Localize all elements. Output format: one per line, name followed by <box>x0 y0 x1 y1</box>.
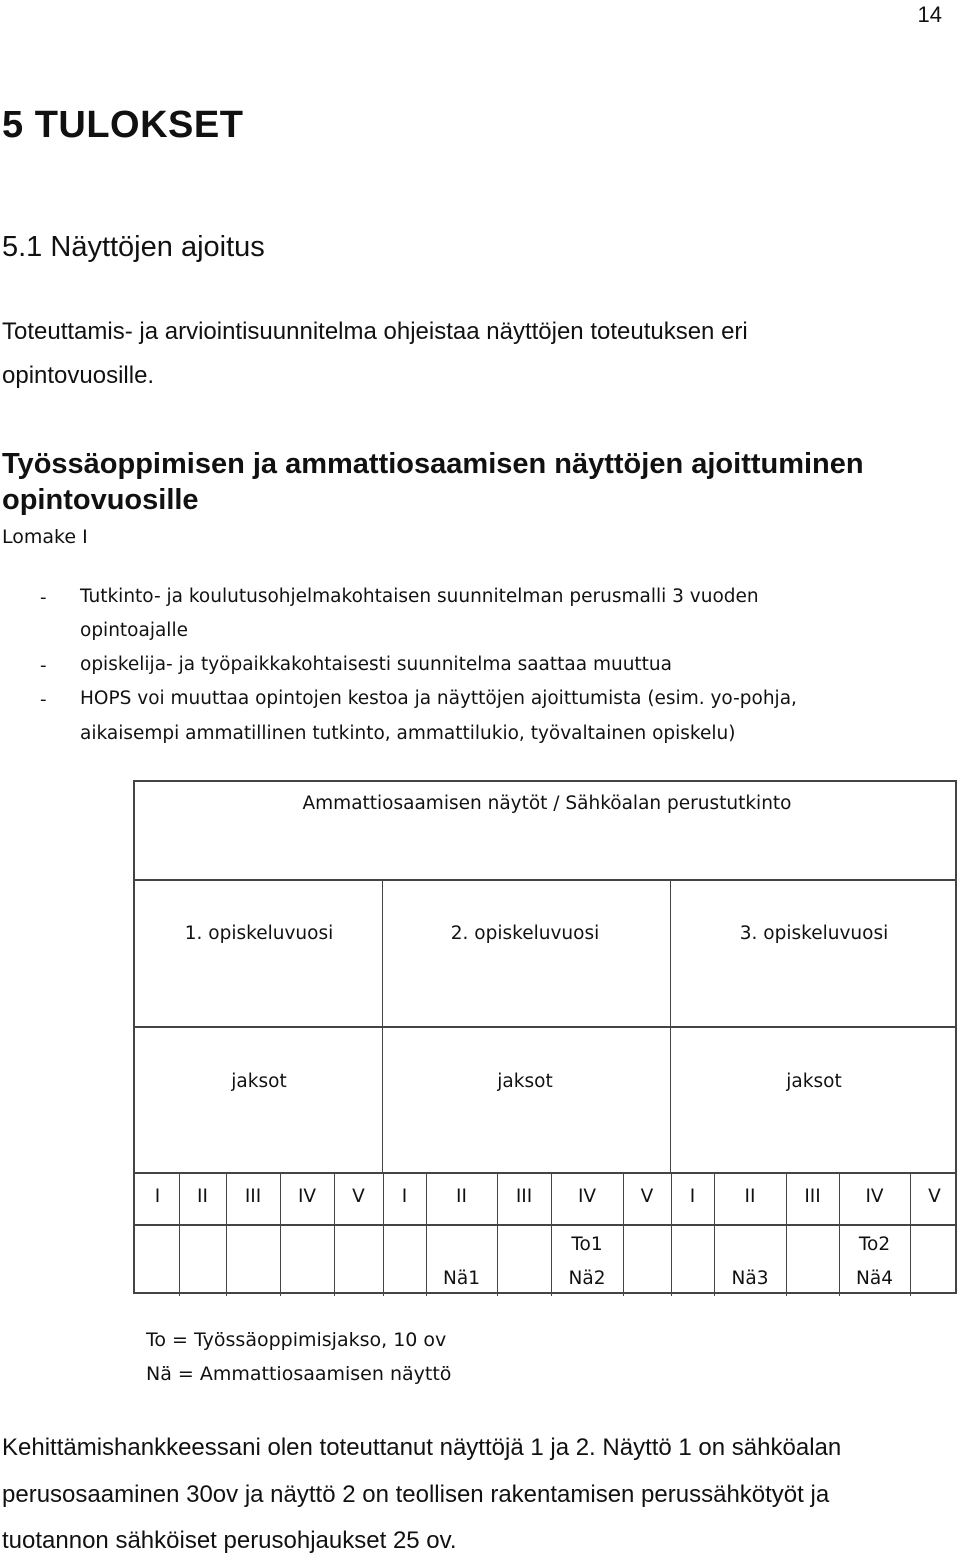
work-placement-marker: To1 <box>571 1234 603 1255</box>
year-header: 2. opiskeluvuosi <box>450 923 600 944</box>
demonstration-schedule-table: Ammattiosaamisen näytöt / Sähköalan peru… <box>133 780 957 1296</box>
period-label: V <box>640 1186 654 1207</box>
bullet-text: aikaisempi ammatillinen tutkinto, ammatt… <box>80 723 736 744</box>
bullet-dash: - <box>40 689 47 710</box>
section-heading: 5.1 Näyttöjen ajoitus <box>2 231 265 263</box>
closing-paragraph-line: Kehittämishankkeessani olen toteuttanut … <box>2 1434 842 1461</box>
table-divider <box>426 1172 427 1296</box>
bullet-text: opintoajalle <box>80 620 188 641</box>
table-divider <box>671 1172 672 1296</box>
period-label: II <box>456 1186 467 1207</box>
intro-paragraph-line: Toteuttamis- ja arviointisuunnitelma ohj… <box>2 318 748 345</box>
bullet-dash: - <box>40 587 47 608</box>
legend-to: To = Työssäoppimisjakso, 10 ov <box>146 1329 447 1351</box>
demonstration-marker: Nä3 <box>731 1268 769 1289</box>
year-header: 3. opiskeluvuosi <box>739 923 889 944</box>
table-divider <box>839 1172 840 1296</box>
period-label: III <box>515 1186 533 1207</box>
table-divider <box>334 1172 335 1296</box>
period-label: IV <box>865 1186 884 1207</box>
period-label: I <box>401 1186 408 1207</box>
periods-label: jaksot <box>231 1071 287 1092</box>
table-divider <box>714 1172 715 1296</box>
chapter-heading: 5 TULOKSET <box>2 104 244 146</box>
table-divider <box>280 1172 281 1296</box>
table-divider <box>226 1172 227 1296</box>
bullet-dash: - <box>40 655 47 676</box>
legend-na: Nä = Ammattiosaamisen näyttö <box>146 1363 452 1385</box>
table-divider <box>910 1172 911 1296</box>
intro-paragraph-line: opintovuosille. <box>2 362 155 389</box>
bullet-text: Tutkinto- ja koulutusohjelmakohtaisen su… <box>80 586 759 607</box>
bullet-text: HOPS voi muuttaa opintojen kestoa ja näy… <box>80 688 797 709</box>
work-placement-marker: To2 <box>858 1234 891 1255</box>
bullet-text: opiskelija- ja työpaikkakohtaisesti suun… <box>80 654 672 675</box>
demonstration-marker: Nä2 <box>568 1268 606 1289</box>
periods-label: jaksot <box>786 1071 842 1092</box>
period-label: V <box>352 1186 365 1207</box>
table-title: Ammattiosaamisen näytöt / Sähköalan peru… <box>302 793 792 814</box>
table-divider <box>786 1172 787 1296</box>
table-divider <box>383 1172 384 1296</box>
table-divider <box>497 1172 498 1296</box>
period-label: III <box>804 1186 821 1207</box>
table-rule <box>135 1026 955 1028</box>
period-label: IV <box>577 1186 597 1207</box>
period-label: II <box>197 1186 208 1207</box>
table-rule <box>135 1224 955 1226</box>
periods-label: jaksot <box>497 1071 553 1092</box>
period-label: III <box>244 1186 262 1207</box>
table-divider <box>670 879 671 1172</box>
period-label: I <box>154 1186 161 1207</box>
table-rule <box>135 879 955 881</box>
table-divider <box>179 1172 180 1296</box>
period-label: IV <box>297 1186 317 1207</box>
period-label: I <box>689 1186 696 1207</box>
demonstration-marker: Nä1 <box>443 1268 480 1289</box>
table-divider <box>382 879 383 1172</box>
form-label: Lomake I <box>2 526 88 548</box>
table-divider <box>551 1172 552 1296</box>
table-rule <box>135 1172 955 1174</box>
form-title: Työssäoppimisen ja ammattiosaamisen näyt… <box>2 448 864 516</box>
period-label: II <box>744 1186 756 1207</box>
period-label: V <box>928 1186 941 1207</box>
year-header: 1. opiskeluvuosi <box>184 923 334 944</box>
closing-paragraph-line: perusosaaminen 30ov ja näyttö 2 on teoll… <box>2 1481 830 1508</box>
table-divider <box>623 1172 624 1296</box>
page-number: 14 <box>917 2 942 27</box>
closing-paragraph-line: tuotannon sähköiset perusohjaukset 25 ov… <box>2 1527 457 1554</box>
demonstration-marker: Nä4 <box>856 1268 893 1289</box>
